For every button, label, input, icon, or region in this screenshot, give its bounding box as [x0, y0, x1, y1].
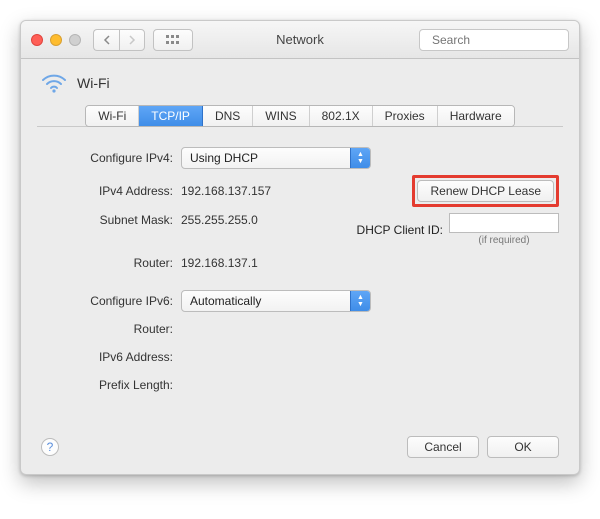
select-arrows-icon: ▲▼: [350, 291, 370, 311]
ipv4-address-value: 192.168.137.157: [181, 184, 271, 198]
tab-wifi[interactable]: Wi-Fi: [86, 106, 139, 126]
tab-dns[interactable]: DNS: [203, 106, 253, 126]
configure-ipv6-value: Automatically: [190, 294, 261, 308]
chevron-left-icon: [103, 35, 111, 45]
configure-ipv4-value: Using DHCP: [190, 151, 258, 165]
tab-8021x[interactable]: 802.1X: [310, 106, 373, 126]
ipv4-router-value: 192.168.137.1: [181, 256, 258, 270]
zoom-window-button[interactable]: [69, 34, 81, 46]
configure-ipv6-select[interactable]: Automatically ▲▼: [181, 290, 371, 312]
tab-bar: Wi-Fi TCP/IP DNS WINS 802.1X Proxies Har…: [37, 105, 563, 127]
back-button[interactable]: [93, 29, 119, 51]
help-button[interactable]: ?: [41, 438, 59, 456]
renew-dhcp-lease-button[interactable]: Renew DHCP Lease: [417, 180, 554, 202]
configure-ipv4-select[interactable]: Using DHCP ▲▼: [181, 147, 371, 169]
window-controls: [31, 34, 81, 46]
ipv6-address-label: IPv6 Address:: [41, 350, 181, 364]
forward-button[interactable]: [119, 29, 145, 51]
tab-proxies[interactable]: Proxies: [373, 106, 438, 126]
tab-wins[interactable]: WINS: [253, 106, 309, 126]
configure-ipv6-label: Configure IPv6:: [41, 294, 181, 308]
show-all-button[interactable]: [153, 29, 193, 51]
network-preferences-window: Network Wi-Fi Wi-Fi TCP/IP DNS: [20, 20, 580, 475]
prefix-length-label: Prefix Length:: [41, 378, 181, 392]
tab-hardware[interactable]: Hardware: [438, 106, 514, 126]
wifi-icon: [41, 73, 67, 93]
grid-icon: [166, 35, 180, 45]
ipv4-address-label: IPv4 Address:: [41, 184, 181, 198]
nav-group: [93, 29, 145, 51]
dhcp-client-id-input[interactable]: [449, 213, 559, 233]
select-arrows-icon: ▲▼: [350, 148, 370, 168]
tabs: Wi-Fi TCP/IP DNS WINS 802.1X Proxies Har…: [85, 105, 514, 127]
footer: ? Cancel OK: [41, 436, 559, 458]
ipv6-router-label: Router:: [41, 322, 181, 336]
chevron-right-icon: [128, 35, 136, 45]
ok-button[interactable]: OK: [487, 436, 559, 458]
dhcp-client-id-hint: (if required): [478, 235, 529, 246]
tab-tcpip[interactable]: TCP/IP: [139, 106, 203, 126]
close-window-button[interactable]: [31, 34, 43, 46]
configure-ipv4-label: Configure IPv4:: [41, 151, 181, 165]
subnet-mask-value: 255.255.255.0: [181, 213, 258, 227]
highlight-annotation: Renew DHCP Lease: [412, 175, 559, 207]
ipv4-router-label: Router:: [41, 256, 181, 270]
page-header: Wi-Fi: [37, 73, 563, 105]
cancel-button[interactable]: Cancel: [407, 436, 479, 458]
subnet-mask-label: Subnet Mask:: [41, 213, 181, 227]
help-icon: ?: [47, 440, 54, 454]
dhcp-client-id-label: DHCP Client ID:: [357, 223, 443, 237]
form-area: Configure IPv4: Using DHCP ▲▼ IPv4 Addre…: [37, 137, 563, 462]
content-area: Wi-Fi Wi-Fi TCP/IP DNS WINS 802.1X Proxi…: [21, 59, 579, 474]
page-title: Wi-Fi: [77, 75, 110, 91]
titlebar: Network: [21, 21, 579, 59]
search-input[interactable]: [430, 32, 580, 48]
minimize-window-button[interactable]: [50, 34, 62, 46]
search-field[interactable]: [419, 29, 569, 51]
